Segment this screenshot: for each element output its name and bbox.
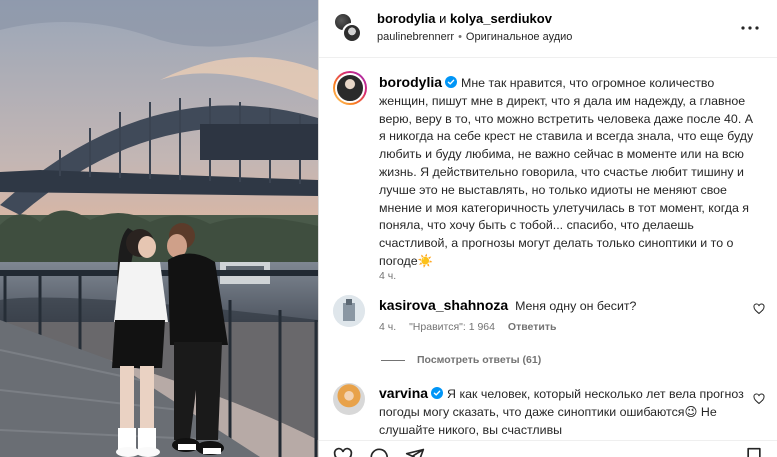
username-link[interactable]: kasirova_shahnoza <box>379 297 508 313</box>
comments-list[interactable]: borodylia Мне так нравится, что огромное … <box>319 59 777 439</box>
more-icon[interactable] <box>738 21 762 35</box>
and-text: и <box>439 11 447 26</box>
separator: • <box>458 31 462 43</box>
post-header: borodylia и kolya_serdiukov paulinebrenn… <box>319 0 777 58</box>
comment-text: Меня одну он бесит? <box>515 299 637 313</box>
avatar[interactable] <box>342 23 362 43</box>
audio-line: paulinebrennerr • Оригинальное аудио <box>377 30 572 44</box>
bookmark-icon[interactable] <box>744 447 764 457</box>
collab-avatars[interactable] <box>333 12 363 44</box>
comment-text-block: varvina Я как человек, который несколько … <box>379 385 749 439</box>
caption-text: Мне так нравится, что огромное количеств… <box>379 76 754 268</box>
comment-text-line: kasirova_shahnoza Меня одну он бесит? <box>379 297 636 314</box>
verified-icon <box>431 387 444 399</box>
username-link[interactable]: kolya_serdiukov <box>450 11 552 26</box>
audio-label-link[interactable]: Оригинальное аудио <box>466 31 573 43</box>
view-replies-label: Посмотреть ответы (61) <box>417 354 542 366</box>
collab-names: borodylia и kolya_serdiukov <box>377 11 552 27</box>
username-link[interactable]: varvina <box>379 385 428 401</box>
post-photo <box>0 0 318 457</box>
caption-time[interactable]: 4 ч. <box>379 270 396 282</box>
view-replies-button[interactable]: Посмотреть ответы (61) <box>381 354 541 366</box>
username-link[interactable]: borodylia <box>377 11 436 26</box>
avatar[interactable] <box>333 295 365 327</box>
caption-text-block: borodylia Мне так нравится, что огромное … <box>379 74 759 271</box>
reply-button[interactable]: Ответить <box>508 321 557 333</box>
wink-emoji: 😉 <box>684 404 698 419</box>
heart-icon[interactable] <box>333 447 353 457</box>
verified-icon <box>445 76 458 88</box>
avatar[interactable] <box>333 383 365 415</box>
likes-count[interactable]: "Нравится": 1 964 <box>409 321 495 333</box>
share-icon[interactable] <box>405 447 425 457</box>
comment-meta: 4 ч. "Нравится": 1 964 Ответить <box>379 321 566 333</box>
post-details-panel: borodylia и kolya_serdiukov paulinebrenn… <box>318 0 777 457</box>
username-link[interactable]: borodylia <box>379 74 442 90</box>
heart-icon[interactable] <box>753 303 765 315</box>
action-bar <box>319 440 777 457</box>
heart-icon[interactable] <box>753 393 765 405</box>
comment: varvina Я как человек, который несколько … <box>333 383 773 439</box>
sun-emoji: ☀️ <box>417 253 434 268</box>
comment: kasirova_shahnoza Меня одну он бесит? 4 … <box>333 295 773 339</box>
audio-user-link[interactable]: paulinebrennerr <box>377 31 454 43</box>
comment-icon[interactable] <box>369 447 389 457</box>
divider <box>381 359 405 361</box>
comment-time[interactable]: 4 ч. <box>379 321 396 333</box>
avatar[interactable] <box>333 71 367 105</box>
